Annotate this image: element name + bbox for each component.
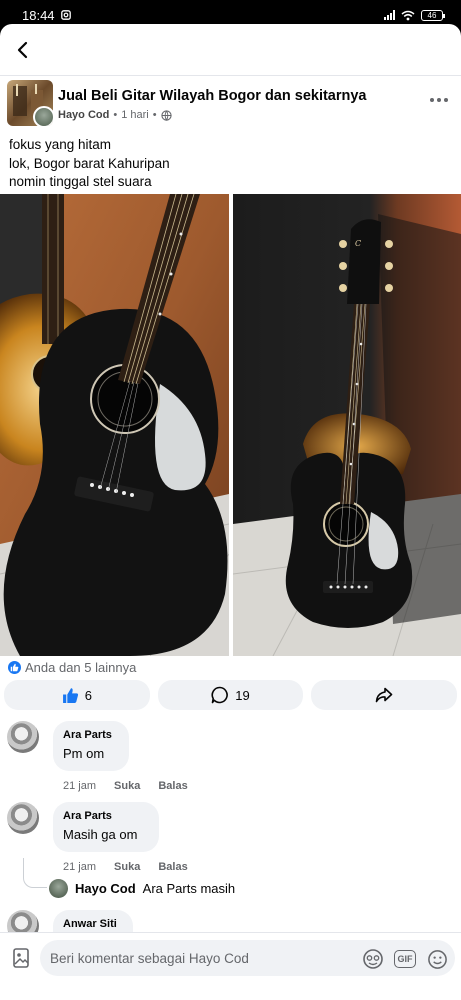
action-bar: 6 19 (4, 680, 458, 710)
post-photo-1[interactable] (0, 194, 229, 656)
comment-like-button[interactable]: Suka (114, 861, 140, 873)
post-photos: C (0, 194, 461, 656)
globe-icon (160, 109, 172, 121)
post-detail-sheet: Jual Beli Gitar Wilayah Bogor dan sekita… (0, 24, 461, 1000)
reaction-summary[interactable]: Anda dan 5 lainnya (8, 660, 136, 675)
reply-text: Ara Parts masih (142, 881, 236, 896)
post-time[interactable]: 1 hari (121, 109, 149, 121)
group-avatar[interactable] (7, 80, 53, 126)
system-nav-bar (0, 982, 461, 1000)
like-count: 6 (84, 687, 92, 703)
reply-avatar (49, 879, 68, 898)
author-avatar[interactable] (33, 106, 53, 126)
comment-composer: GIF (0, 932, 461, 982)
top-bar (0, 24, 461, 76)
comment-time: 21 jam (63, 780, 97, 792)
gif-icon[interactable]: GIF (394, 950, 416, 968)
commenter-avatar[interactable] (7, 802, 39, 834)
comment-count: 19 (235, 687, 250, 703)
like-reaction-icon (8, 661, 21, 674)
comment-reply-button[interactable]: Balas (158, 780, 187, 792)
comment-time: 21 jam (63, 861, 97, 873)
comment-reply-button[interactable]: Balas (158, 861, 187, 873)
post-meta: Hayo Cod • 1 hari • (58, 109, 172, 121)
battery-icon: 46 (421, 9, 445, 21)
meta-separator: • (113, 109, 118, 121)
back-arrow-icon[interactable] (10, 38, 34, 62)
comment-bubble[interactable]: Ara Parts Masih ga om (53, 802, 159, 852)
emoji-icon[interactable] (426, 948, 448, 970)
reaction-text: Anda dan 5 lainnya (25, 660, 137, 675)
comment-text: Pm om (63, 746, 105, 761)
sticker-icon[interactable] (362, 948, 384, 970)
post-header: Jual Beli Gitar Wilayah Bogor dan sekita… (0, 80, 461, 132)
thumbs-up-icon (62, 687, 78, 703)
more-icon[interactable] (427, 92, 451, 108)
post-text-line: lok, Bogor barat Kahuripan (9, 155, 170, 171)
svg-text:C: C (355, 239, 361, 248)
comment-like-button[interactable]: Suka (114, 780, 140, 792)
status-time: 18:44 (22, 7, 55, 23)
commenter-name[interactable]: Ara Parts (63, 729, 117, 741)
notification-icon (60, 10, 71, 20)
post-text-line: fokus yang hitam (9, 137, 112, 152)
comment-meta: 21 jam Suka Balas (63, 780, 188, 792)
reply-preview[interactable]: Hayo Cod Ara Parts masih (49, 879, 235, 898)
wifi-icon (401, 10, 415, 20)
gallery-icon[interactable] (11, 947, 33, 969)
reply-thread-line (23, 858, 47, 888)
comment-button[interactable]: 19 (157, 680, 304, 710)
post-text: fokus yang hitam lok, Bogor barat Kahuri… (9, 136, 170, 192)
comment-bubble[interactable]: Ara Parts Pm om (53, 721, 129, 771)
post-author[interactable]: Hayo Cod (58, 109, 109, 121)
comment-text: Masih ga om (63, 827, 138, 842)
signal-icon (384, 10, 395, 20)
share-button[interactable] (311, 680, 458, 710)
commenter-name[interactable]: Anwar Siti (63, 918, 121, 930)
commenter-avatar[interactable] (7, 721, 39, 753)
commenter-name[interactable]: Ara Parts (63, 810, 147, 822)
reply-author: Hayo Cod (75, 881, 136, 896)
post-text-line: nomin tinggal stel suara (9, 174, 152, 189)
post-photo-2[interactable]: C (233, 194, 461, 656)
group-name[interactable]: Jual Beli Gitar Wilayah Bogor dan sekita… (58, 88, 367, 104)
share-icon (375, 687, 393, 703)
meta-separator: • (152, 109, 157, 121)
comment-icon (211, 686, 229, 704)
like-button[interactable]: 6 (4, 680, 150, 710)
composer-icons: GIF (362, 948, 448, 970)
comment-meta: 21 jam Suka Balas (63, 861, 188, 873)
